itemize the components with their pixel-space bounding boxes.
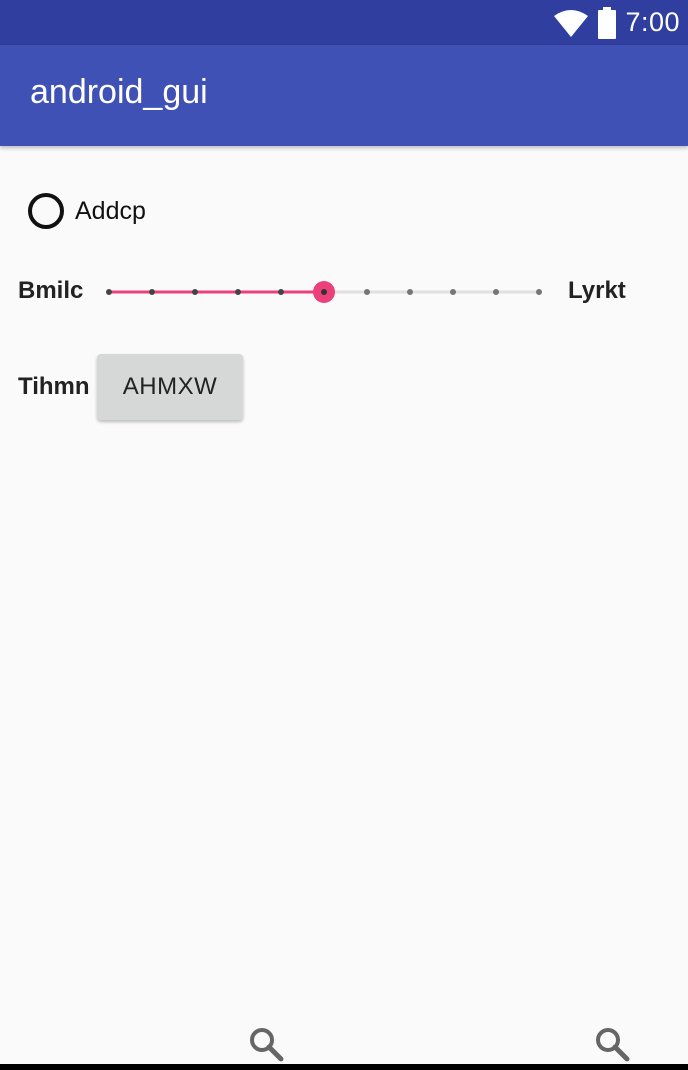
- slider-right-label: Lyrkt: [568, 277, 626, 304]
- status-icons: 7:00: [553, 0, 680, 45]
- slider-tick: [278, 289, 284, 295]
- slider-thumb-dot: [321, 289, 327, 295]
- app-bar: android_gui: [0, 45, 688, 146]
- app-title: android_gui: [30, 73, 208, 111]
- slider-tick: [493, 289, 499, 295]
- slider-tick: [364, 289, 370, 295]
- slider-tick: [192, 289, 198, 295]
- status-bar: 7:00: [0, 0, 688, 45]
- slider-tick: [450, 289, 456, 295]
- discrete-slider[interactable]: [100, 276, 550, 308]
- button-row-label: Tihmn: [18, 373, 90, 400]
- radio-option-addcp[interactable]: Addcp: [28, 193, 146, 229]
- radio-label: Addcp: [75, 196, 146, 225]
- main-content: Addcp Bmilc Lyrkt Tihmn AHMXW: [0, 146, 688, 1036]
- bottom-edge: [0, 1064, 688, 1070]
- battery-icon: [598, 6, 617, 39]
- search-icon[interactable]: [248, 1026, 284, 1062]
- status-time: 7:00: [625, 7, 680, 37]
- slider-tick: [536, 289, 542, 295]
- slider-tick: [106, 289, 112, 295]
- search-icon[interactable]: [594, 1026, 630, 1062]
- ahmxw-button[interactable]: AHMXW: [97, 354, 243, 420]
- slider-tick: [235, 289, 241, 295]
- slider-tick: [149, 289, 155, 295]
- wifi-icon: [554, 9, 589, 37]
- radio-button[interactable]: [28, 193, 64, 229]
- slider-tick: [407, 289, 413, 295]
- slider-left-label: Bmilc: [18, 277, 84, 304]
